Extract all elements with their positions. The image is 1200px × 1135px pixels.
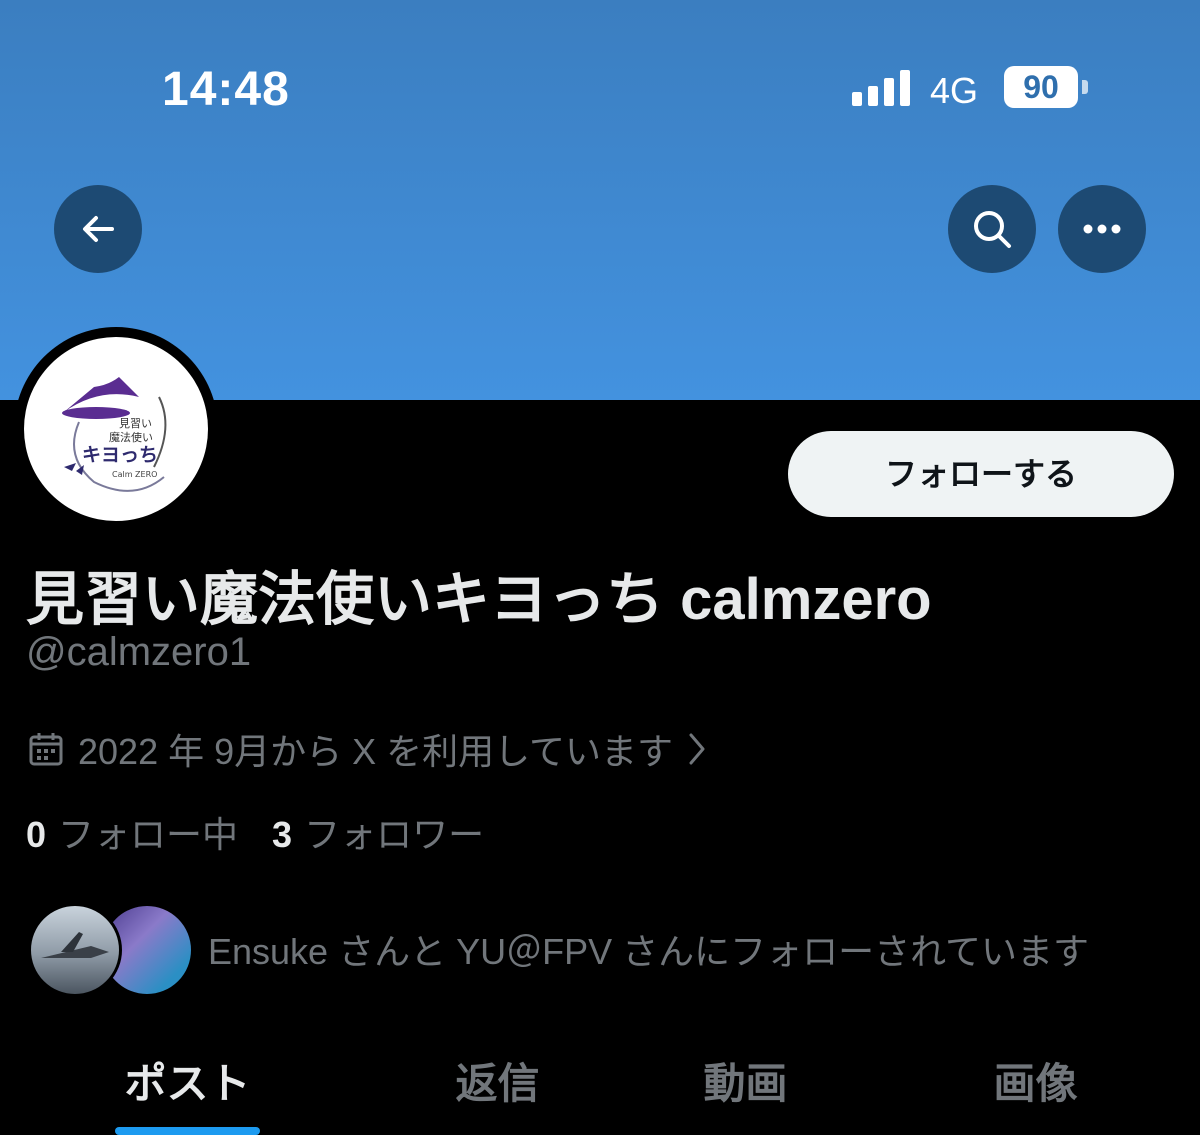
joined-text: 2022 年 9月から X を利用しています <box>78 731 674 772</box>
follow-stats: 0 フォロー中 3 フォロワー <box>26 806 484 858</box>
avatar-text-main: キヨっち <box>82 444 158 466</box>
battery-icon: 90 <box>1004 66 1078 108</box>
followed-by-text: Ensuke さんと YU＠FPV さんにフォローされています <box>208 931 1090 972</box>
following-link[interactable]: 0 フォロー中 <box>26 806 238 858</box>
arrow-left-icon <box>83 216 114 242</box>
battery-level: 90 <box>1023 69 1059 105</box>
chevron-right-icon <box>689 733 705 765</box>
tab-videos[interactable]: 動画 <box>688 1050 803 1111</box>
follow-button[interactable]: フォローする <box>788 431 1174 517</box>
followers-label: フォロワー <box>304 814 485 855</box>
followed-by-row[interactable]: Ensuke さんと YU＠FPV さんにフォローされています <box>28 903 1188 997</box>
avatar-text-line1: 見習い <box>119 417 152 430</box>
calendar-icon <box>29 733 63 766</box>
tab-images[interactable]: 画像 <box>978 1050 1093 1111</box>
avatar-ring: 見習い 魔法使い キヨっち Calm ZERO <box>14 327 218 531</box>
status-time: 14:48 <box>162 63 290 116</box>
avatar-text-sub: Calm ZERO <box>112 470 157 479</box>
signal-icon <box>852 70 912 106</box>
back-button[interactable] <box>54 185 142 273</box>
profile-tabs: ポスト 返信 動画 画像 <box>0 1040 1200 1135</box>
tab-replies[interactable]: 返信 <box>440 1050 555 1111</box>
avatar-logo: 見習い 魔法使い キヨっち Calm ZERO <box>62 377 167 492</box>
follower-avatar <box>28 903 122 997</box>
followers-link[interactable]: 3 フォロワー <box>272 806 484 858</box>
more-horizontal-icon <box>1083 224 1121 234</box>
jet-image <box>41 932 109 958</box>
tab-posts[interactable]: ポスト <box>115 1050 260 1111</box>
following-label: フォロー中 <box>58 814 239 855</box>
tab-indicator <box>115 1127 260 1135</box>
followers-count: 3 <box>272 814 293 855</box>
avatar[interactable]: 見習い 魔法使い キヨっち Calm ZERO <box>24 337 208 521</box>
user-handle: @calmzero1 <box>26 630 252 674</box>
battery-nub <box>1082 80 1088 94</box>
joined-row[interactable]: 2022 年 9月から X を利用しています <box>28 726 707 772</box>
search-button[interactable] <box>948 185 1036 273</box>
more-button[interactable] <box>1058 185 1146 273</box>
avatar-text-line2: 魔法使い <box>109 430 153 444</box>
following-count: 0 <box>26 814 47 855</box>
search-icon <box>974 211 1011 248</box>
network-label: 4G <box>930 70 979 111</box>
display-name: 見習い魔法使いキヨっち calmzero <box>26 567 932 632</box>
